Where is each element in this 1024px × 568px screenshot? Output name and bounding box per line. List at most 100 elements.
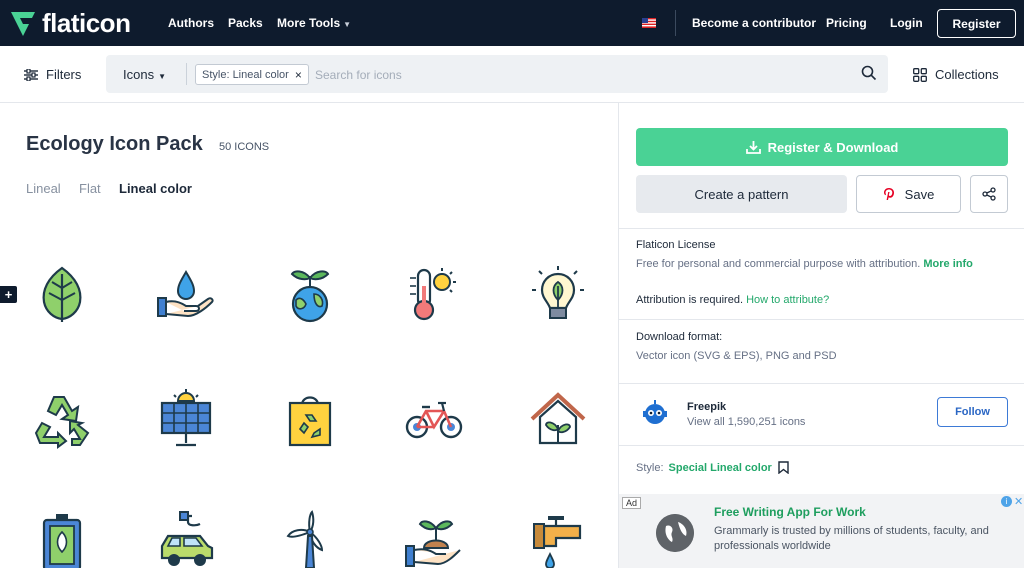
attribution-notice: Attribution is required. How to attribut…	[636, 294, 829, 306]
attribution-text: Attribution is required.	[636, 294, 743, 306]
thermometer-sun-icon[interactable]	[404, 264, 464, 324]
search-input[interactable]	[315, 64, 835, 85]
flaticon-logo[interactable]: flaticon	[8, 7, 131, 38]
bookmark-icon[interactable]	[778, 461, 789, 474]
plant-hand-icon[interactable]	[404, 510, 464, 568]
recycle-bag-icon[interactable]	[280, 389, 340, 449]
download-format-title: Download format:	[636, 331, 723, 343]
logo-text: flaticon	[42, 7, 131, 38]
resource-type-dropdown[interactable]: Icons ▼	[123, 67, 166, 82]
freepik-avatar[interactable]	[640, 398, 670, 428]
style-filter-chip: Style: Lineal color ×	[195, 64, 309, 85]
section-divider	[619, 319, 1024, 320]
download-format-description: Vector icon (SVG & EPS), PNG and PSD	[636, 350, 837, 362]
top-navigation: flaticon Authors Packs More Tools ▼ Becom…	[0, 0, 1024, 46]
section-divider	[619, 383, 1024, 384]
earth-sprout-icon[interactable]	[280, 264, 340, 324]
register-download-button[interactable]: Register & Download	[636, 128, 1008, 166]
download-icon	[745, 141, 761, 154]
globe-icon	[656, 514, 694, 552]
search-icon[interactable]	[861, 65, 877, 81]
info-icon[interactable]: i	[1001, 496, 1012, 507]
leaf-icon-graphic	[42, 266, 82, 322]
nav-more-tools[interactable]: More Tools ▼	[277, 16, 351, 30]
eco-house-icon-graphic	[530, 392, 586, 445]
filters-button[interactable]: Filters	[24, 67, 81, 82]
dropdown-divider	[186, 63, 187, 85]
license-title: Flaticon License	[636, 239, 716, 251]
solar-panel-icon-graphic	[160, 389, 212, 447]
more-info-link[interactable]: More info	[923, 258, 973, 270]
nav-become-contributor[interactable]: Become a contributor	[692, 16, 816, 30]
water-drop-hand-icon[interactable]	[156, 264, 216, 324]
us-flag-icon[interactable]	[642, 18, 656, 28]
style-info: Style: Special Lineal color	[636, 461, 789, 474]
eco-bulb-icon-graphic	[532, 266, 584, 319]
license-description: Free for personal and commercial purpose…	[636, 258, 973, 270]
tab-flat[interactable]: Flat	[79, 181, 101, 196]
electric-car-icon-graphic	[160, 511, 214, 566]
author-name[interactable]: Freepik	[687, 401, 726, 413]
follow-button[interactable]: Follow	[937, 397, 1008, 427]
bicycle-icon[interactable]	[404, 389, 464, 449]
nav-packs[interactable]: Packs	[228, 16, 263, 30]
plant-hand-icon-graphic	[405, 520, 461, 567]
nav-pricing[interactable]: Pricing	[826, 16, 867, 30]
electric-car-icon[interactable]	[156, 510, 216, 568]
pinterest-icon	[883, 188, 894, 200]
close-icon[interactable]: ×	[295, 68, 302, 82]
login-link[interactable]: Login	[890, 16, 923, 30]
section-divider	[619, 228, 1024, 229]
advertisement[interactable]: Ad i ✕ Free Writing App For Work Grammar…	[619, 494, 1024, 568]
recycle-icon-graphic	[34, 396, 90, 449]
chevron-down-icon: ▼	[158, 72, 166, 81]
tab-lineal-color[interactable]: Lineal color	[119, 181, 192, 196]
filters-label: Filters	[46, 67, 82, 82]
ad-title[interactable]: Free Writing App For Work	[714, 505, 866, 519]
recycle-icon[interactable]	[32, 389, 92, 449]
save-label: Save	[904, 186, 935, 202]
flaticon-logo-icon	[11, 12, 35, 36]
style-filter-label: Style: Lineal color	[202, 68, 289, 81]
eco-bulb-icon[interactable]	[528, 264, 588, 324]
author-icon-count-link[interactable]: View all 1,590,251 icons	[687, 416, 805, 428]
add-to-collection-button[interactable]: +	[0, 286, 17, 303]
collections-label: Collections	[935, 67, 999, 82]
eco-battery-icon-graphic	[42, 514, 82, 568]
eco-battery-icon[interactable]	[32, 510, 92, 568]
register-button[interactable]: Register	[937, 9, 1016, 38]
water-tap-icon[interactable]	[528, 510, 588, 568]
style-link[interactable]: Special Lineal color	[669, 462, 772, 474]
save-button[interactable]: Save	[856, 175, 961, 213]
search-box: Icons ▼ Style: Lineal color ×	[106, 55, 888, 93]
ad-description: Grammarly is trusted by millions of stud…	[714, 525, 989, 552]
wind-turbine-icon[interactable]	[280, 510, 340, 568]
style-label: Style:	[636, 461, 664, 474]
how-to-attribute-link[interactable]: How to attribute?	[746, 294, 829, 306]
water-drop-hand-icon-graphic	[157, 270, 214, 318]
icon-count: 50 ICONS	[219, 141, 270, 153]
eco-house-icon[interactable]	[528, 389, 588, 449]
search-toolbar: Filters Icons▼ Style: Lineal color × Col…	[0, 46, 1024, 103]
nav-authors[interactable]: Authors	[168, 16, 214, 30]
tab-lineal[interactable]: Lineal	[26, 181, 61, 196]
nav-divider	[675, 10, 676, 36]
earth-sprout-icon-graphic	[290, 270, 330, 323]
thermometer-sun-icon-graphic	[410, 268, 456, 321]
ad-badge: Ad	[622, 497, 642, 509]
close-icon[interactable]: ✕	[1014, 495, 1023, 508]
grid-icon	[913, 67, 927, 82]
collections-button[interactable]: Collections	[913, 67, 999, 82]
leaf-icon[interactable]	[32, 264, 92, 324]
water-tap-icon-graphic	[533, 516, 582, 568]
resource-type-label: Icons	[123, 67, 155, 82]
share-button[interactable]	[970, 175, 1008, 213]
bicycle-icon-graphic	[405, 401, 463, 439]
create-pattern-button[interactable]: Create a pattern	[636, 175, 847, 213]
recycle-bag-icon-graphic	[288, 396, 332, 447]
section-divider	[619, 445, 1024, 446]
chevron-down-icon: ▼	[343, 20, 352, 29]
license-text: Free for personal and commercial purpose…	[636, 258, 921, 270]
nav-more-tools-label: More Tools	[277, 16, 341, 30]
solar-panel-icon[interactable]	[156, 389, 216, 449]
